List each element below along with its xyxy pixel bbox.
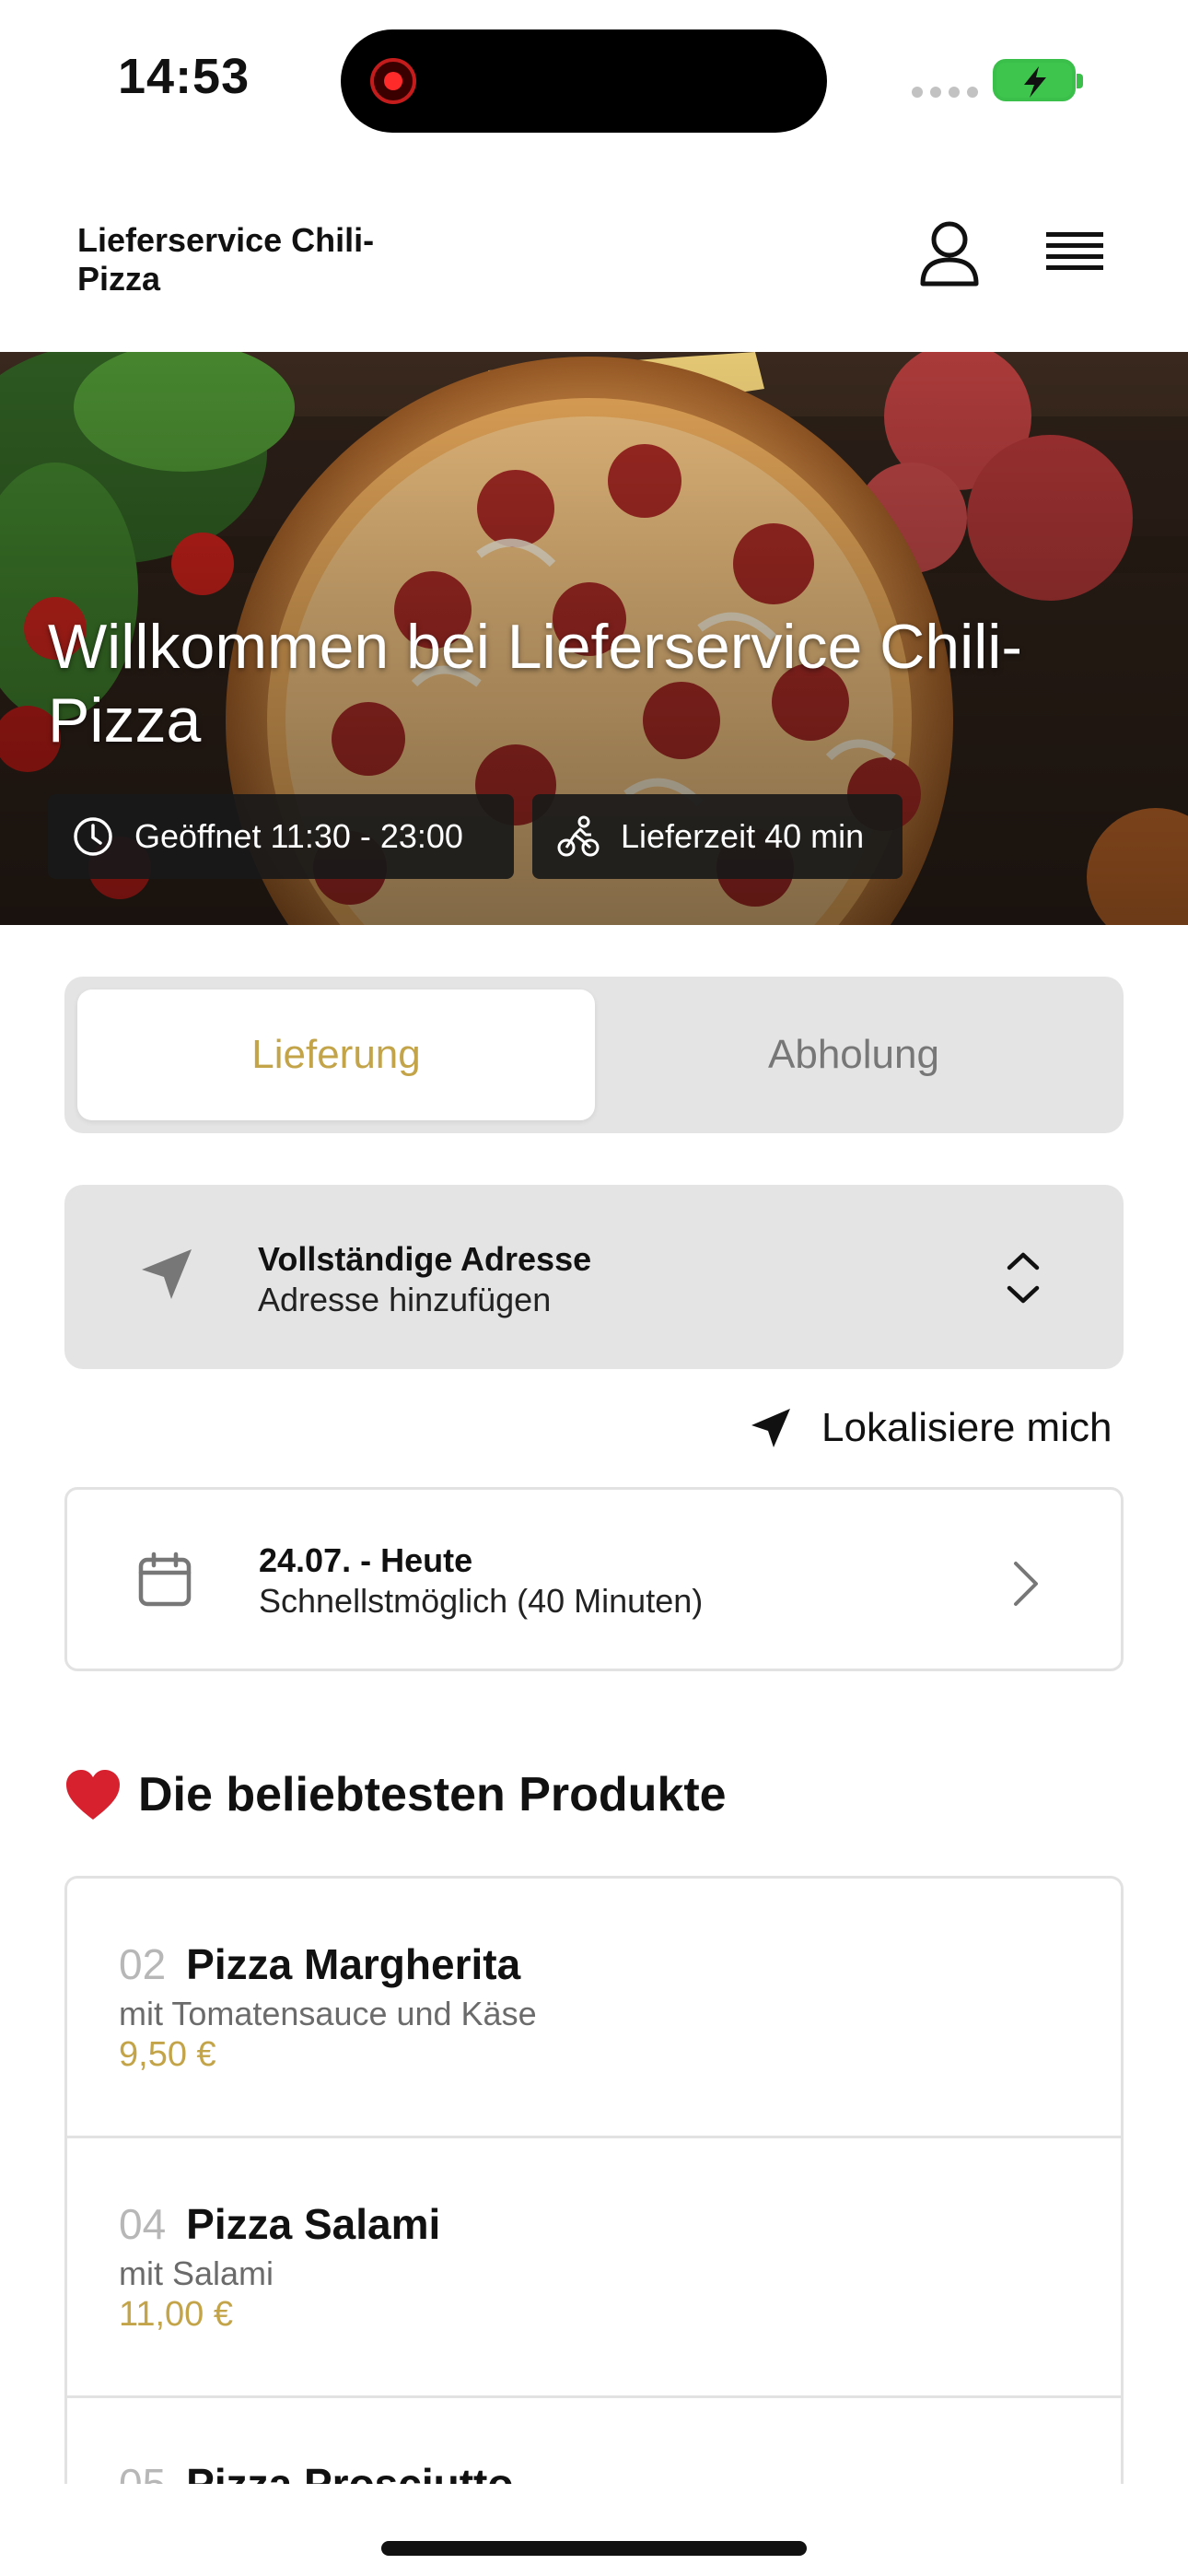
hamburger-menu-icon xyxy=(1046,232,1103,270)
delivery-time-selector[interactable]: 24.07. - Heute Schnellstmöglich (40 Minu… xyxy=(64,1487,1124,1671)
product-number: 04 xyxy=(119,2200,167,2248)
hero-title: Willkommen bei Lieferservice Chili-Pizza xyxy=(48,612,1023,755)
app-screen: 14:53 Lieferservice Chili-Pizza Willkomm… xyxy=(0,0,1188,2576)
opening-hours-chip: Geöffnet 11:30 - 23:00 xyxy=(48,794,514,879)
popular-title-text: Die beliebtesten Produkte xyxy=(138,1768,727,1821)
locate-me-label: Lokalisiere mich xyxy=(821,1405,1112,1450)
tab-delivery[interactable]: Lieferung xyxy=(77,989,595,1120)
product-item[interactable]: 04 Pizza Salami mit Salami 11,00 € xyxy=(67,2138,1121,2398)
schedule-time: Schnellstmöglich (40 Minuten) xyxy=(259,1582,704,1620)
delivery-time-chip: Lieferzeit 40 min xyxy=(532,794,903,879)
product-header: 04 Pizza Salami xyxy=(119,2199,440,2249)
product-number: 05 xyxy=(119,2460,167,2484)
popular-section-title: Die beliebtesten Produkte xyxy=(64,1767,727,1822)
product-header: 02 Pizza Margherita xyxy=(119,1939,520,1989)
hero-banner: Willkommen bei Lieferservice Chili-Pizza… xyxy=(0,352,1188,925)
product-description: mit Tomatensauce und Käse xyxy=(119,1995,537,2032)
product-name: Pizza Prosciutto xyxy=(186,2460,514,2484)
product-name: Pizza Margherita xyxy=(186,1940,521,1988)
schedule-date: 24.07. - Heute xyxy=(259,1541,473,1579)
order-mode-switch: Lieferung Abholung xyxy=(64,977,1124,1133)
address-subtitle: Adresse hinzufügen xyxy=(258,1281,552,1318)
cellular-signal-icon xyxy=(912,87,978,98)
menu-button[interactable] xyxy=(1037,221,1112,287)
address-title: Vollständige Adresse xyxy=(258,1240,592,1278)
calendar-icon xyxy=(138,1551,192,1607)
chevron-up-down-icon xyxy=(1007,1252,1040,1304)
location-arrow-icon xyxy=(142,1249,192,1299)
product-price: 11,00 € xyxy=(119,2295,233,2334)
app-header: Lieferservice Chili-Pizza xyxy=(0,157,1188,352)
product-price: 9,50 € xyxy=(119,2035,216,2074)
opening-hours-text: Geöffnet 11:30 - 23:00 xyxy=(134,817,463,855)
address-selector[interactable]: Vollständige Adresse Adresse hinzufügen xyxy=(64,1185,1124,1369)
brand-name[interactable]: Lieferservice Chili-Pizza xyxy=(77,221,409,299)
heart-icon xyxy=(66,1770,120,1820)
tab-pickup[interactable]: Abholung xyxy=(595,989,1112,1120)
account-button[interactable] xyxy=(912,216,987,291)
chevron-right-icon xyxy=(1014,1562,1038,1606)
product-item[interactable]: 05 Pizza Prosciutto xyxy=(67,2398,1121,2484)
locate-me-button[interactable]: Lokalisiere mich xyxy=(748,1400,1112,1456)
user-icon xyxy=(920,221,979,287)
delivery-time-text: Lieferzeit 40 min xyxy=(621,817,865,855)
home-indicator[interactable] xyxy=(381,2541,807,2556)
product-header: 05 Pizza Prosciutto xyxy=(119,2459,513,2484)
product-number: 02 xyxy=(119,1940,167,1988)
popular-products-list: 02 Pizza Margherita mit Tomatensauce und… xyxy=(64,1876,1124,2484)
status-bar: 14:53 xyxy=(0,0,1188,157)
location-arrow-icon xyxy=(751,1409,790,1447)
product-description: mit Salami xyxy=(119,2254,274,2292)
recording-indicator-icon xyxy=(370,58,416,104)
product-item[interactable]: 02 Pizza Margherita mit Tomatensauce und… xyxy=(67,1879,1121,2138)
battery-charging-icon xyxy=(993,59,1083,101)
bicycle-courier-icon xyxy=(557,815,600,857)
product-name: Pizza Salami xyxy=(186,2200,441,2248)
clock-icon xyxy=(74,817,112,856)
status-time: 14:53 xyxy=(118,49,250,104)
